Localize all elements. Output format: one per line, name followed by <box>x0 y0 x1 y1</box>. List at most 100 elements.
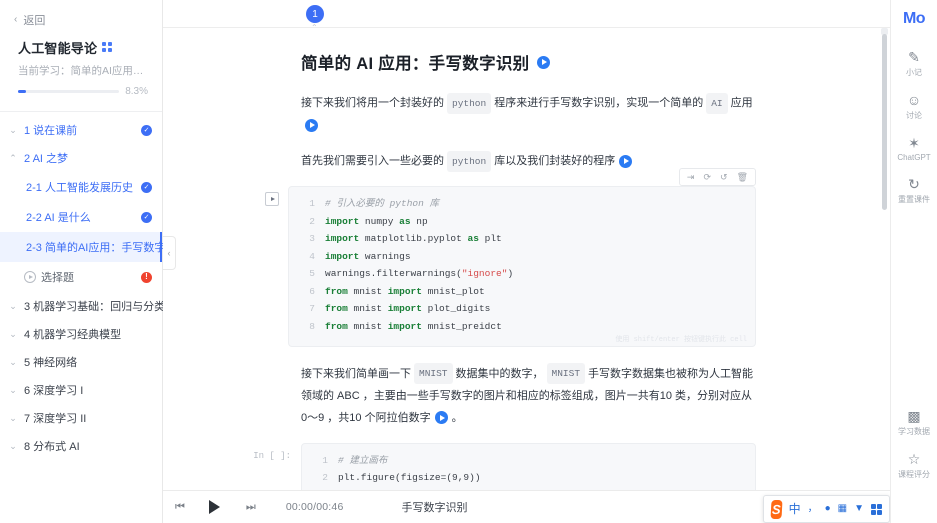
code-text: from mnist import mnist_plot <box>325 285 485 297</box>
course-sidebar: ‹ 返回 人工智能导论 当前学习：简单的AI应用：手写... 8.3% ⌄ 1 … <box>0 0 199 523</box>
run-cell-button[interactable] <box>265 192 279 206</box>
play-audio-icon[interactable] <box>537 55 551 69</box>
current-study-label: 当前学习：简单的AI应用：手写... <box>18 65 148 77</box>
app-root: ‹ 返回 人工智能导论 当前学习：简单的AI应用：手写... 8.3% ⌄ 1 … <box>0 0 937 523</box>
star-icon: ☆ <box>907 451 921 467</box>
line-number: 4 <box>309 250 315 262</box>
code-editor-2[interactable]: 1# 建立画布2plt.figure(figsize=(9,9))3# 绘制图像… <box>301 442 756 490</box>
inline-code-mnist: MNIST <box>414 363 453 385</box>
microphone-icon[interactable]: ● <box>825 504 831 514</box>
sidebar-item-label: 2-1 人工智能发展历史 <box>26 182 133 194</box>
rail-item-label: ChatGPT <box>897 153 931 162</box>
sidebar-item-lesson-2-2[interactable]: 2-2 AI 是什么 ✓ <box>0 202 162 232</box>
delete-icon[interactable]: 🗑 <box>737 172 748 182</box>
chevron-up-icon: ⌃ <box>9 152 17 163</box>
sidebar-item-chapter-7[interactable]: ⌄ 7 深度学习 II <box>0 404 162 432</box>
code-text: import warnings <box>325 250 411 262</box>
media-player-bar: ⏮ ⏭ 00:00/00:46 手写数字识别 1.0x S 中 ， ● ▦ ▼ <box>163 490 890 523</box>
punctuation-icon[interactable]: ， <box>808 504 818 514</box>
scrollbar-thumb[interactable] <box>882 34 887 210</box>
rail-item-discussion[interactable]: ☺ 讨论 <box>891 93 937 121</box>
back-button[interactable]: ‹ 返回 <box>0 8 162 32</box>
sidebar-item-label: 7 深度学习 II <box>24 413 87 425</box>
insert-icon[interactable]: ⇥ <box>687 172 695 182</box>
main-content: 1 ⌃ 简单的 AI 应用：手写数字识别 接下来我们将用一个封装好的python… <box>163 0 890 523</box>
play-audio-icon[interactable] <box>434 411 448 425</box>
sidebar-item-lesson-2-3[interactable]: 2-3 简单的AI应用：手写数字识别 ✓ <box>0 232 199 262</box>
sidebar-item-chapter-6[interactable]: ⌄ 6 深度学习 I <box>0 376 162 404</box>
grid-icon[interactable] <box>102 42 113 53</box>
sidebar-collapse-handle[interactable]: ‹ <box>163 236 176 270</box>
check-icon: ✓ <box>141 211 152 223</box>
rail-item-course-rating[interactable]: ☆ 课程评分 <box>891 452 937 480</box>
sidebar-item-lesson-2-1[interactable]: 2-1 人工智能发展历史 ✓ <box>0 172 162 202</box>
page-title: 简单的 AI 应用：手写数字识别 <box>301 50 756 74</box>
play-audio-icon[interactable] <box>305 118 318 132</box>
note-icon: ✎ <box>908 49 920 65</box>
line-number: 1 <box>322 454 328 466</box>
courseware-scroll-area[interactable]: 简单的 AI 应用：手写数字识别 接下来我们将用一个封装好的 python 程序来进… <box>163 28 890 490</box>
sidebar-divider <box>0 111 162 112</box>
rail-item-label: 小记 <box>906 68 922 77</box>
code-text: import numpy as np <box>325 215 428 227</box>
play-button[interactable] <box>208 500 220 514</box>
rail-item-reset-courseware[interactable]: ↻ 重置课件 <box>891 177 937 205</box>
next-button[interactable]: ⏭ <box>246 501 256 514</box>
chevron-down-icon: ⌄ <box>9 412 17 423</box>
alert-icon: ! <box>141 271 152 283</box>
monitor-icon: ▩ <box>907 408 921 424</box>
paragraph-3-part-1: 接下来我们简单画一下 <box>301 367 411 380</box>
rail-item-study-data[interactable]: ▩ 学习数据 <box>891 409 937 437</box>
rail-item-label: 重置课件 <box>898 195 930 204</box>
code-line: 2 plt.figure(figsize=(9,9)) <box>312 469 745 487</box>
sidebar-item-label: 2 AI 之梦 <box>24 153 69 165</box>
apps-grid-icon[interactable] <box>871 503 882 515</box>
keyboard-icon[interactable]: ▦ <box>838 504 847 514</box>
code-line: 2 import numpy as np <box>299 213 745 231</box>
sidebar-item-label: 3 机器学习基础：回归与分类 <box>24 301 166 313</box>
play-audio-icon[interactable] <box>619 154 633 168</box>
code-line: 5 warnings.filterwarnings("ignore") <box>299 265 745 283</box>
skin-icon[interactable]: ▼ <box>854 504 864 514</box>
code-line: 1 # 引入必要的 python 库 <box>299 195 745 213</box>
paragraph-1-part-3: 应用 <box>730 97 753 109</box>
code-line: 8 from mnist import mnist_preidct <box>299 318 745 336</box>
rail-item-label: 课程评分 <box>898 470 930 479</box>
code-editor-1[interactable]: ⇥ ⟳ ↺ 🗑 1 # 引入必要的 python 库 2 import numpy a… <box>288 168 756 347</box>
progress-percent: 8.3% <box>125 86 148 97</box>
sidebar-item-chapter-1[interactable]: ⌄ 1 说在课前 ✓ <box>0 116 162 144</box>
language-toggle-icon[interactable]: 中 <box>789 503 801 515</box>
sidebar-item-label: 4 机器学习经典模型 <box>24 329 122 341</box>
chevron-down-icon: ⌄ <box>9 440 17 451</box>
sidebar-item-label: 1 说在课前 <box>24 125 78 137</box>
sidebar-item-chapter-8[interactable]: ⌄ 8 分布式 AI <box>0 432 162 460</box>
code-text: # 建立画布 <box>338 454 388 466</box>
paragraph-1: 接下来我们将用一个封装好的 python 程序来进行手写数字识别，实现一个简单的 AI… <box>301 92 756 136</box>
sidebar-item-chapter-5[interactable]: ⌄ 5 神经网络 <box>0 348 162 376</box>
sidebar-item-quiz[interactable]: 选择题 ! <box>0 262 162 292</box>
rail-item-chatgpt[interactable]: ✶ ChatGPT <box>891 136 937 162</box>
sidebar-item-chapter-2[interactable]: ⌃ 2 AI 之梦 <box>0 144 162 172</box>
refresh-icon[interactable]: ⟳ <box>703 172 711 182</box>
chevron-down-icon: ⌄ <box>9 124 17 135</box>
undo-icon[interactable]: ↺ <box>720 172 728 182</box>
previous-button[interactable]: ⏮ <box>175 501 185 514</box>
course-title: 人工智能导论 <box>18 41 98 56</box>
line-number: 6 <box>309 285 315 297</box>
playback-time: 00:00/00:46 <box>285 501 344 513</box>
chevron-left-icon: ‹ <box>167 248 171 258</box>
rail-item-notes[interactable]: ✎ 小记 <box>891 50 937 78</box>
page-number-badge[interactable]: 1 <box>306 5 324 23</box>
line-number: 3 <box>309 233 315 245</box>
code-text: plt.figure(figsize=(9,9)) <box>338 472 481 484</box>
chatgpt-icon: ✶ <box>908 135 920 151</box>
code-line: 6 from mnist import mnist_plot <box>299 283 745 301</box>
rail-item-label: 讨论 <box>906 111 922 120</box>
document-scrollbar[interactable] <box>881 28 888 484</box>
chevron-down-icon: ⌄ <box>9 384 17 395</box>
sidebar-item-chapter-3[interactable]: ⌄ 3 机器学习基础：回归与分类 <box>0 292 166 320</box>
sidebar-item-chapter-4[interactable]: ⌄ 4 机器学习经典模型 <box>0 320 162 348</box>
inline-code-mnist: MNIST <box>546 363 586 385</box>
sogou-logo-icon[interactable]: S <box>770 499 783 519</box>
course-header: 人工智能导论 当前学习：简单的AI应用：手写... 8.3% <box>0 32 162 107</box>
